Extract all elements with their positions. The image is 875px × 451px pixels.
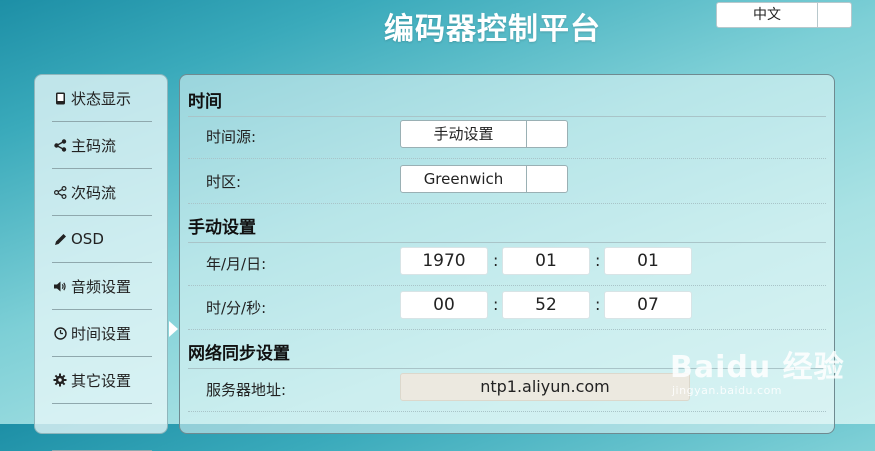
sidebar-item-sub-stream[interactable]: 次码流 [52, 169, 152, 216]
day-input[interactable]: 01 [604, 247, 692, 275]
sidebar-item-label: 时间设置 [71, 324, 132, 343]
time-source-label: 时间源: [206, 128, 257, 146]
hour-input[interactable]: 00 [400, 291, 488, 319]
language-select-arrow[interactable] [817, 3, 851, 27]
time-separator: : [595, 295, 601, 314]
active-item-pointer [169, 321, 178, 337]
second-input[interactable]: 07 [604, 291, 692, 319]
date-separator: : [493, 251, 499, 270]
clock-icon [52, 326, 68, 340]
speaker-icon [52, 280, 68, 293]
server-label: 服务器地址: [206, 381, 287, 399]
minute-input[interactable]: 52 [502, 291, 590, 319]
section-title-time: 时间 [188, 87, 826, 117]
sidebar-item-other[interactable]: 其它设置 [52, 357, 152, 404]
time-source-row: 时间源: 手动设置 [188, 114, 826, 159]
watermark-logo-text: Baidu 经验 [670, 350, 845, 385]
date-label: 年/月/日: [206, 255, 267, 273]
sidebar-item-osd[interactable]: OSD [52, 216, 152, 263]
sidebar-divider [52, 404, 152, 451]
pencil-icon [52, 233, 68, 246]
share-icon [52, 138, 68, 152]
section-title-manual: 手动设置 [188, 213, 826, 243]
sidebar-item-time[interactable]: 时间设置 [52, 310, 152, 357]
server-address-input[interactable]: ntp1.aliyun.com [400, 373, 690, 401]
date-separator: : [595, 251, 601, 270]
sidebar-item-label: 主码流 [71, 136, 117, 155]
timezone-label: 时区: [206, 173, 242, 191]
time-label: 时/分/秒: [206, 299, 267, 317]
language-select[interactable]: 中文 [716, 2, 852, 28]
watermark-url: jingyan.baidu.com [672, 384, 783, 397]
sidebar-item-label: 状态显示 [71, 89, 132, 108]
sidebar-item-label: 音频设置 [71, 277, 132, 296]
timezone-value: Greenwich [423, 170, 504, 188]
sidebar-item-label: 其它设置 [71, 371, 132, 390]
share-icon [52, 185, 68, 199]
time-source-arrow[interactable] [526, 121, 567, 147]
sidebar-item-label: 次码流 [71, 183, 117, 202]
timezone-arrow[interactable] [526, 166, 567, 192]
sidebar-item-audio[interactable]: 音频设置 [52, 263, 152, 310]
timezone-row: 时区: Greenwich [188, 159, 826, 204]
sidebar-item-label: OSD [71, 230, 104, 248]
date-row: 年/月/日: 1970 : 01 : 01 [188, 241, 826, 286]
time-separator: : [493, 295, 499, 314]
baidu-watermark: Baidu 经验 jingyan.baidu.com [670, 322, 870, 402]
time-source-value: 手动设置 [433, 125, 494, 143]
sidebar-item-main-stream[interactable]: 主码流 [52, 122, 152, 169]
year-input[interactable]: 1970 [400, 247, 488, 275]
sidebar-item-status[interactable]: 状态显示 [52, 75, 152, 122]
language-select-value: 中文 [753, 7, 781, 23]
month-input[interactable]: 01 [502, 247, 590, 275]
time-source-select[interactable]: 手动设置 [400, 120, 568, 148]
sidebar: 状态显示 主码流 次码流 OSD 音频设置 时间设置 其它设置 [34, 74, 168, 451]
phone-icon [52, 92, 68, 105]
gear-icon [52, 373, 68, 387]
timezone-select[interactable]: Greenwich [400, 165, 568, 193]
